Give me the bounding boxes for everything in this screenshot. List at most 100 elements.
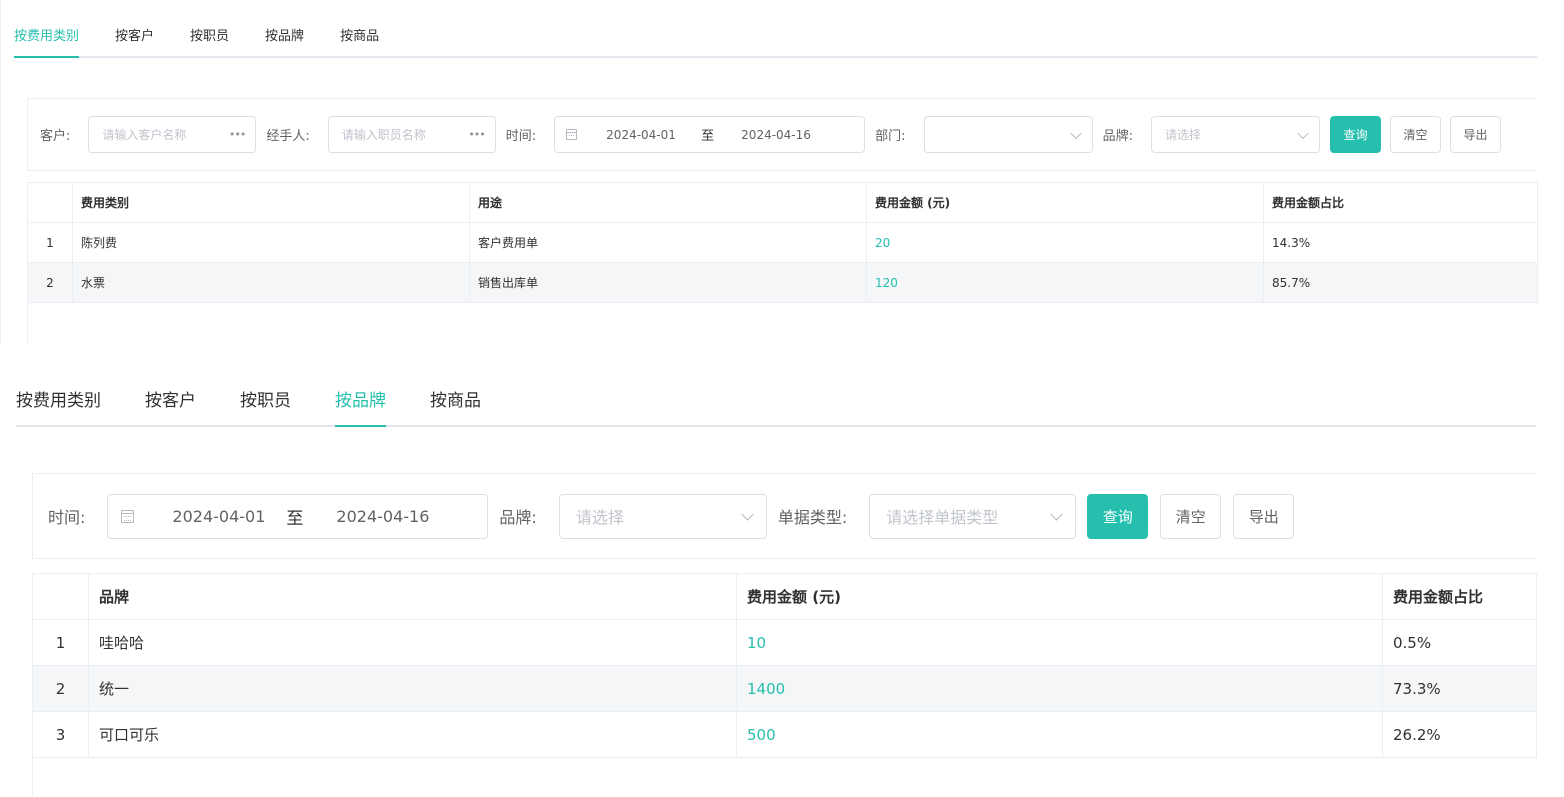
- tab-by-employee[interactable]: 按职员: [190, 25, 229, 56]
- brand-placeholder: 请选择: [1164, 128, 1201, 142]
- date-end[interactable]: 2024-04-16: [336, 507, 429, 526]
- table-row: 2 统一 1400 73.3%: [32, 665, 1537, 712]
- tab-by-product[interactable]: 按商品: [430, 386, 481, 425]
- header-ratio: 费用金额占比: [1263, 182, 1538, 223]
- tab-by-product[interactable]: 按商品: [340, 25, 379, 56]
- header-expense-category: 费用类别: [72, 182, 470, 223]
- tab-by-brand[interactable]: 按品牌: [265, 25, 304, 56]
- date-separator: 至: [286, 508, 304, 529]
- panel-edge: [0, 0, 1, 345]
- customer-label: 客户:: [40, 129, 71, 144]
- row-brand: 哇哈哈: [88, 619, 737, 666]
- expense-category-table: 费用类别 用途 费用金额 (元) 费用金额占比 1 陈列费 客户费用单 20 1…: [27, 182, 1538, 303]
- tab-by-brand[interactable]: 按品牌: [335, 386, 386, 427]
- date-start[interactable]: 2024-04-01: [172, 507, 265, 526]
- customer-input[interactable]: 请输入客户名称 •••: [88, 116, 257, 153]
- date-separator: 至: [701, 129, 715, 144]
- document-type-select[interactable]: 请选择单据类型: [869, 493, 1077, 539]
- row-brand: 统一: [88, 665, 737, 712]
- tab-by-expense-category[interactable]: 按费用类别: [14, 25, 80, 58]
- table-empty-area: [32, 759, 1536, 797]
- date-range-picker[interactable]: 2024-04-01 至 2024-04-16: [554, 116, 866, 153]
- brand-select[interactable]: 请选择: [558, 493, 767, 539]
- time-label: 时间:: [505, 129, 537, 144]
- header-brand: 品牌: [88, 573, 737, 620]
- row-index: 2: [32, 665, 89, 712]
- clear-button[interactable]: 清空: [1160, 493, 1222, 539]
- row-ratio: 14.3%: [1263, 222, 1538, 263]
- document-type-placeholder: 请选择单据类型: [886, 508, 999, 527]
- customer-placeholder: 请输入客户名称: [102, 128, 187, 142]
- tab-by-customer[interactable]: 按客户: [145, 386, 196, 425]
- brand-label: 品牌:: [499, 508, 537, 527]
- row-ratio: 85.7%: [1263, 262, 1538, 303]
- time-label: 时间:: [48, 508, 86, 527]
- more-icon[interactable]: •••: [229, 128, 246, 141]
- handler-placeholder: 请输入职员名称: [341, 128, 426, 142]
- export-button[interactable]: 导出: [1449, 116, 1501, 153]
- table-row: 1 哇哈哈 10 0.5%: [32, 619, 1537, 666]
- row-index: 2: [27, 262, 73, 303]
- row-index: 1: [32, 619, 89, 666]
- date-range-picker[interactable]: 2024-04-01 至 2024-04-16: [107, 493, 489, 539]
- row-ratio: 73.3%: [1382, 665, 1537, 712]
- row-amount-link[interactable]: 500: [736, 711, 1383, 758]
- header-index: [32, 573, 89, 620]
- row-usage: 销售出库单: [469, 262, 867, 303]
- table-empty-area: [27, 302, 1537, 345]
- table-row: 1 陈列费 客户费用单 20 14.3%: [27, 222, 1538, 263]
- table-header-row: 费用类别 用途 费用金额 (元) 费用金额占比: [27, 182, 1538, 223]
- tab-by-customer[interactable]: 按客户: [115, 25, 154, 56]
- query-button[interactable]: 查询: [1087, 493, 1149, 539]
- chevron-down-icon: [740, 507, 754, 521]
- row-index: 3: [32, 711, 89, 758]
- more-icon[interactable]: •••: [468, 128, 485, 141]
- query-button[interactable]: 查询: [1329, 116, 1381, 153]
- department-select[interactable]: [923, 116, 1093, 153]
- row-usage: 客户费用单: [469, 222, 867, 263]
- calendar-icon: [566, 129, 578, 140]
- chevron-down-icon: [1069, 127, 1082, 139]
- row-index: 1: [27, 222, 73, 263]
- table-row: 3 可口可乐 500 26.2%: [32, 711, 1537, 758]
- filter-bar: 时间: 2024-04-01 至 2024-04-16 品牌: 请选择 单据类型…: [32, 473, 1536, 559]
- row-ratio: 0.5%: [1382, 619, 1537, 666]
- handler-input[interactable]: 请输入职员名称 •••: [327, 116, 496, 153]
- document-type-label: 单据类型:: [777, 508, 848, 527]
- export-button[interactable]: 导出: [1233, 493, 1295, 539]
- row-ratio: 26.2%: [1382, 711, 1537, 758]
- header-amount: 费用金额 (元): [736, 573, 1383, 620]
- chevron-down-icon: [1050, 507, 1064, 521]
- header-ratio: 费用金额占比: [1382, 573, 1537, 620]
- handler-label: 经手人:: [266, 129, 310, 144]
- row-brand: 可口可乐: [88, 711, 737, 758]
- header-usage: 用途: [469, 182, 867, 223]
- header-amount: 费用金额 (元): [866, 182, 1264, 223]
- row-amount-link[interactable]: 20: [866, 222, 1264, 263]
- brand-label: 品牌:: [1102, 129, 1133, 144]
- row-amount-link[interactable]: 120: [866, 262, 1264, 303]
- tab-by-expense-category[interactable]: 按费用类别: [16, 386, 101, 425]
- table-row: 2 水票 销售出库单 120 85.7%: [27, 262, 1538, 303]
- expense-report-by-brand-panel: 按费用类别 按客户 按职员 按品牌 按商品 时间: 2024-04-01 至 2…: [0, 345, 1564, 797]
- row-category: 水票: [72, 262, 470, 303]
- row-amount-link[interactable]: 1400: [736, 665, 1383, 712]
- clear-button[interactable]: 清空: [1389, 116, 1441, 153]
- calendar-icon: [121, 509, 135, 523]
- brand-select[interactable]: 请选择: [1150, 116, 1320, 153]
- tab-by-employee[interactable]: 按职员: [240, 386, 291, 425]
- row-amount-link[interactable]: 10: [736, 619, 1383, 666]
- report-tabs: 按费用类别 按客户 按职员 按品牌 按商品: [14, 22, 1537, 58]
- report-tabs: 按费用类别 按客户 按职员 按品牌 按商品: [16, 385, 1536, 427]
- header-index: [27, 182, 73, 223]
- expense-report-by-category-panel: 按费用类别 按客户 按职员 按品牌 按商品 客户: 请输入客户名称 ••• 经手…: [0, 0, 1564, 345]
- chevron-down-icon: [1297, 127, 1309, 139]
- date-start[interactable]: 2024-04-01: [606, 128, 676, 142]
- brand-expense-table: 品牌 费用金额 (元) 费用金额占比 1 哇哈哈 10 0.5% 2 统一 14…: [32, 573, 1537, 758]
- filter-bar: 客户: 请输入客户名称 ••• 经手人: 请输入职员名称 ••• 时间: 202…: [27, 98, 1537, 171]
- brand-placeholder: 请选择: [575, 508, 624, 527]
- row-category: 陈列费: [72, 222, 470, 263]
- table-header-row: 品牌 费用金额 (元) 费用金额占比: [32, 573, 1537, 620]
- department-label: 部门:: [875, 129, 906, 144]
- date-end[interactable]: 2024-04-16: [741, 128, 811, 142]
